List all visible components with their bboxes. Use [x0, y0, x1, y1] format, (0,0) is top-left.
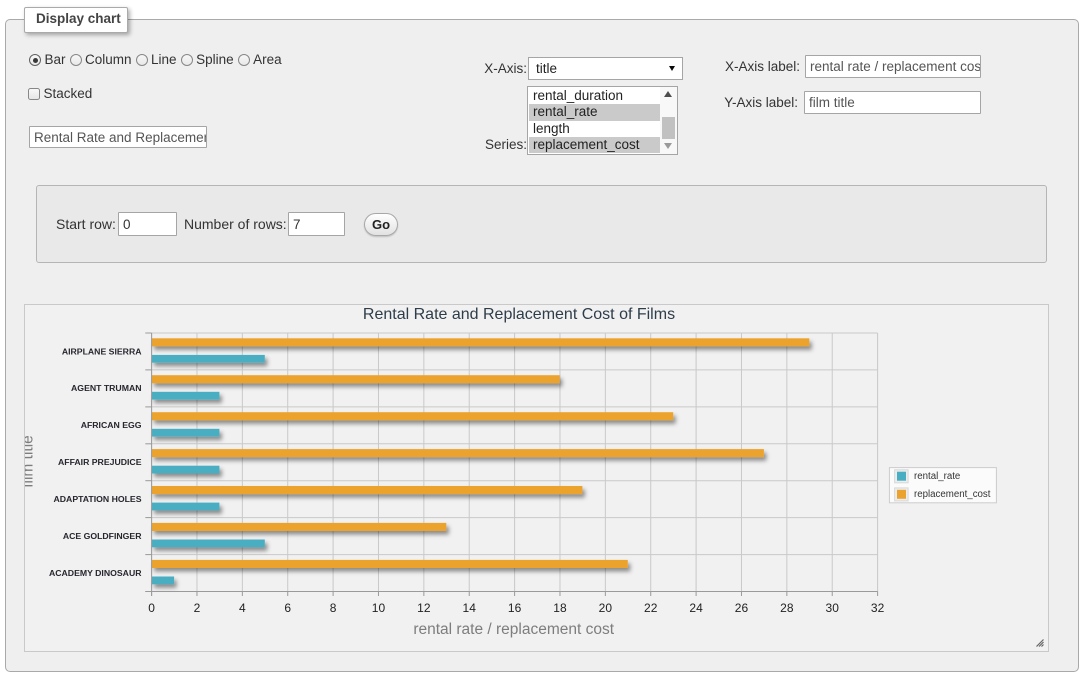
svg-text:rental rate / replacement cost: rental rate / replacement cost [413, 621, 614, 638]
svg-text:22: 22 [644, 601, 658, 615]
svg-text:film title: film title [25, 435, 37, 488]
svg-text:0: 0 [148, 601, 155, 615]
svg-text:AFFAIR PREJUDICE: AFFAIR PREJUDICE [58, 457, 142, 467]
svg-text:ADAPTATION HOLES: ADAPTATION HOLES [54, 494, 142, 504]
svg-text:6: 6 [284, 601, 291, 615]
svg-text:10: 10 [372, 601, 386, 615]
svg-text:20: 20 [599, 601, 613, 615]
svg-text:24: 24 [689, 601, 703, 615]
svg-text:4: 4 [239, 601, 246, 615]
svg-text:18: 18 [553, 601, 567, 615]
svg-text:28: 28 [780, 601, 794, 615]
svg-text:16: 16 [508, 601, 522, 615]
svg-text:12: 12 [417, 601, 431, 615]
svg-text:Rental Rate and Replacement Co: Rental Rate and Replacement Cost of Film… [363, 306, 675, 323]
svg-text:AFRICAN EGG: AFRICAN EGG [81, 420, 142, 430]
svg-text:2: 2 [194, 601, 201, 615]
svg-text:ACE GOLDFINGER: ACE GOLDFINGER [63, 531, 142, 541]
svg-text:rental_rate: rental_rate [914, 471, 960, 482]
svg-text:replacement_cost: replacement_cost [914, 489, 991, 500]
svg-text:30: 30 [826, 601, 840, 615]
svg-text:AIRPLANE SIERRA: AIRPLANE SIERRA [62, 346, 142, 356]
svg-text:32: 32 [871, 601, 885, 615]
svg-text:AGENT TRUMAN: AGENT TRUMAN [71, 383, 141, 393]
svg-text:8: 8 [330, 601, 337, 615]
svg-text:26: 26 [735, 601, 749, 615]
svg-text:14: 14 [463, 601, 477, 615]
svg-text:ACADEMY DINOSAUR: ACADEMY DINOSAUR [49, 568, 142, 578]
